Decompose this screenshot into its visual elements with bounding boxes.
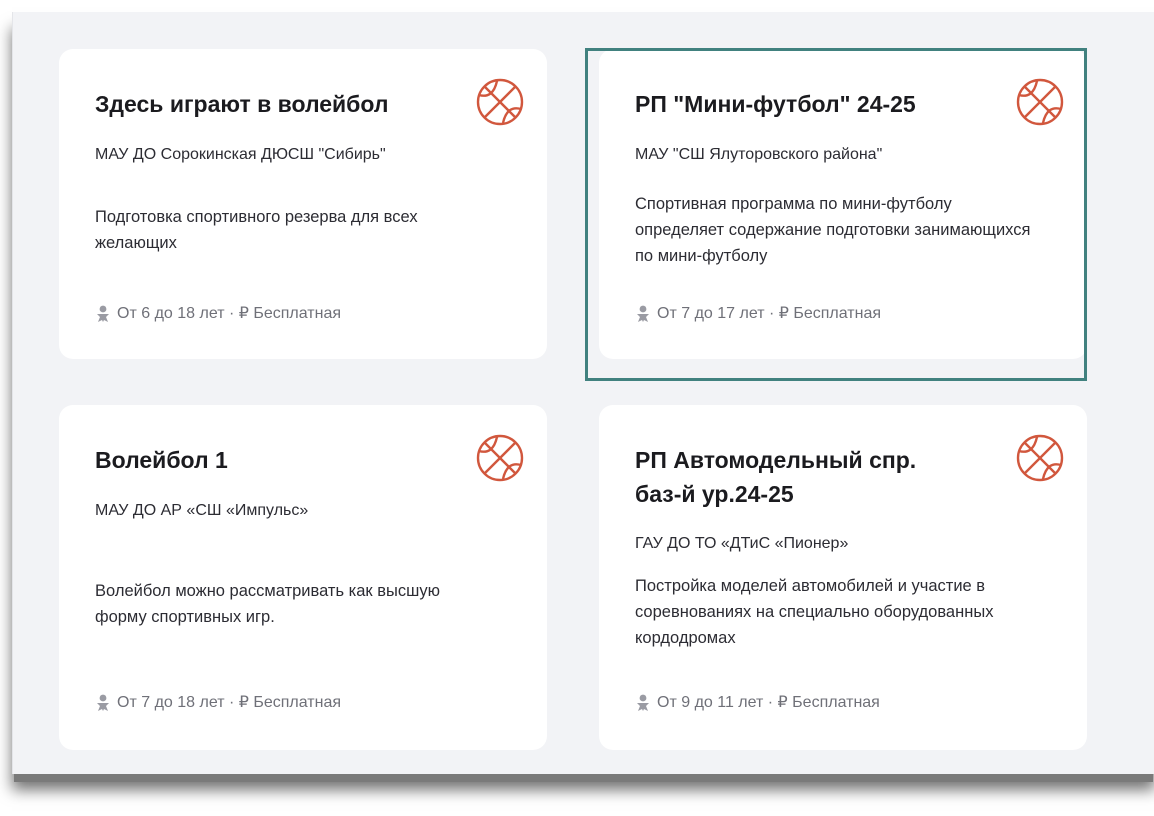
- card-organization: ГАУ ДО ТО «ДТиС «Пионер»: [635, 535, 849, 552]
- person-icon: [635, 694, 651, 712]
- card-meta: От 9 до 11 лет · ₽ Бесплатная: [635, 692, 880, 714]
- card-title: РП "Мини-футбол" 24-25: [635, 91, 916, 117]
- card-meta-text: От 9 до 11 лет · ₽ Бесплатная: [657, 694, 880, 711]
- card-meta-text: От 7 до 17 лет · ₽ Бесплатная: [657, 305, 882, 322]
- card-meta: От 7 до 18 лет · ₽ Бесплатная: [95, 692, 341, 714]
- person-icon: [95, 694, 111, 712]
- card-meta-text: От 6 до 18 лет · ₽ Бесплатная: [117, 305, 342, 322]
- basketball-icon: [475, 433, 525, 483]
- program-card[interactable]: РП "Мини-футбол" 24-25 МАУ "СШ Ялуторовс…: [599, 49, 1087, 359]
- card-meta-text: От 7 до 18 лет · ₽ Бесплатная: [117, 694, 342, 711]
- card-description: Спортивная программа по мини-футболу опр…: [635, 195, 1031, 265]
- card-organization: МАУ ДО АР «СШ «Импульс»: [95, 502, 309, 519]
- basketball-icon: [1015, 77, 1065, 127]
- program-card[interactable]: РП Автомодельный спр. баз-й ур.24-25 ГАУ…: [599, 405, 1087, 750]
- basketball-icon: [475, 77, 525, 127]
- programs-panel: Здесь играют в волейбол МАУ ДО Сорокинск…: [12, 12, 1154, 774]
- card-title: Волейбол 1: [95, 447, 228, 473]
- card-title: Здесь играют в волейбол: [95, 91, 389, 117]
- program-card[interactable]: Здесь играют в волейбол МАУ ДО Сорокинск…: [59, 49, 547, 359]
- card-meta: От 6 до 18 лет · ₽ Бесплатная: [95, 303, 341, 325]
- program-card[interactable]: Волейбол 1 МАУ ДО АР «СШ «Импульс» Волей…: [59, 405, 547, 750]
- card-organization: МАУ "СШ Ялуторовского района": [635, 146, 883, 163]
- person-icon: [95, 305, 111, 323]
- card-description: Волейбол можно рассматривать как высшую …: [95, 582, 440, 626]
- card-title: РП Автомодельный спр. баз-й ур.24-25: [635, 447, 917, 507]
- person-icon: [635, 305, 651, 323]
- card-organization: МАУ ДО Сорокинская ДЮСШ "Сибирь": [95, 146, 386, 163]
- basketball-icon: [1015, 433, 1065, 483]
- card-meta: От 7 до 17 лет · ₽ Бесплатная: [635, 303, 881, 325]
- card-description: Постройка моделей автомобилей и участие …: [635, 577, 994, 647]
- card-description: Подготовка спортивного резерва для всех …: [95, 208, 418, 252]
